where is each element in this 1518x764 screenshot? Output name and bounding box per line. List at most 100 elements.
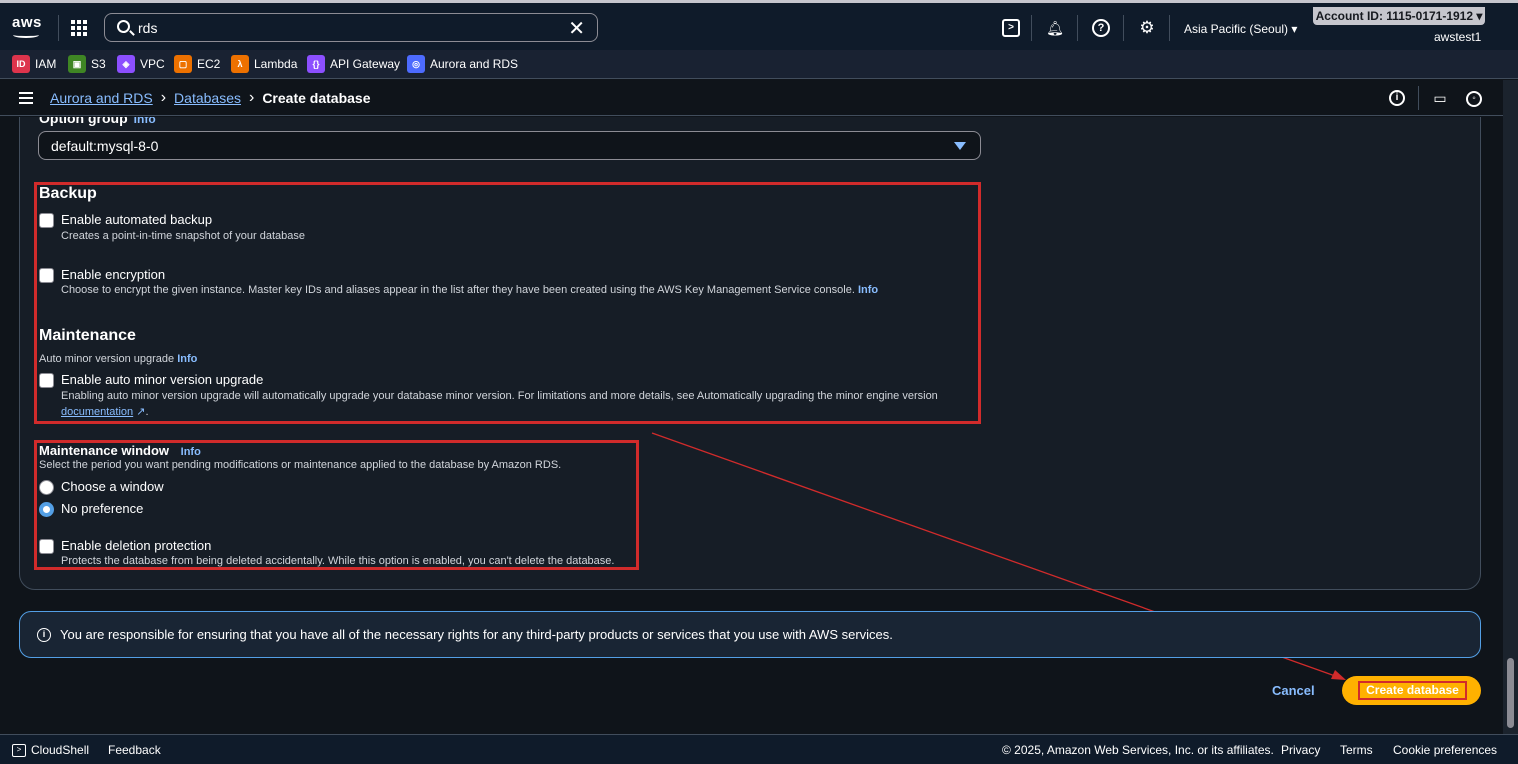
favorite-ec2[interactable]: ▢ EC2 (174, 55, 220, 73)
notifications-bell-icon[interactable]: 🔔︎ (1046, 19, 1064, 37)
option-group-select[interactable]: default:mysql-8-0 (38, 131, 981, 160)
page-scrollbar[interactable] (1503, 80, 1518, 734)
account-id-menu[interactable]: Account ID: 1115-0171-1912 ▾ (1313, 7, 1485, 25)
create-database-button[interactable]: Create database (1342, 676, 1481, 705)
divider (58, 15, 59, 41)
chevron-right-icon: › (248, 89, 255, 106)
maintenance-heading: Maintenance (39, 327, 136, 344)
favorite-s3[interactable]: ▣ S3 (68, 55, 106, 73)
choose-window-radio[interactable] (39, 480, 54, 495)
automated-backup-label[interactable]: Enable automated backup (61, 212, 212, 227)
encryption-checkbox[interactable] (39, 268, 54, 283)
favorite-label: Lambda (254, 57, 298, 71)
deletion-protection-description: Protects the database from being deleted… (61, 555, 615, 567)
aws-smile-icon (13, 32, 39, 38)
top-navigation-bar: aws rds ✕ > 🔔︎ ? ⚙ Asia Pacific (Seoul) … (0, 0, 1518, 50)
footer-copyright: © 2025, Amazon Web Services, Inc. or its… (1002, 743, 1274, 757)
user-menu[interactable]: awstest1 (1434, 30, 1481, 44)
clear-search-icon[interactable]: ✕ (568, 16, 585, 41)
footer-feedback-link[interactable]: Feedback (108, 743, 161, 757)
encryption-label[interactable]: Enable encryption (61, 267, 165, 282)
auto-minor-caption: Auto minor version upgrade Info (39, 353, 198, 365)
breadcrumb-databases[interactable]: Databases (174, 90, 241, 106)
services-grid-icon[interactable] (71, 20, 87, 36)
favorite-vpc[interactable]: ◈ VPC (117, 55, 165, 73)
lambda-icon: λ (231, 55, 249, 73)
divider (1031, 15, 1032, 41)
auto-minor-upgrade-checkbox[interactable] (39, 373, 54, 388)
documentation-link-row: documentation ↗. (61, 406, 149, 418)
api-gateway-icon: {} (307, 55, 325, 73)
favorite-label: API Gateway (330, 57, 401, 71)
screen-feedback-icon[interactable]: ▭ (1431, 89, 1449, 107)
no-preference-label[interactable]: No preference (61, 501, 143, 516)
favorite-label: IAM (35, 57, 57, 71)
breadcrumb: Aurora and RDS › Databases › Create data… (50, 89, 370, 107)
breadcrumb-bar: Aurora and RDS › Databases › Create data… (0, 80, 1503, 116)
search-icon (117, 20, 130, 33)
option-group-value: default:mysql-8-0 (51, 138, 159, 154)
info-circle-icon: i (37, 628, 51, 642)
automated-backup-checkbox[interactable] (39, 213, 54, 228)
aws-logo[interactable]: aws (12, 14, 44, 40)
breadcrumb-current: Create database (262, 90, 371, 106)
footer-cookie-preferences-link[interactable]: Cookie preferences (1393, 743, 1497, 757)
footer-terms-link[interactable]: Terms (1340, 743, 1373, 757)
favorite-label: S3 (91, 57, 106, 71)
deletion-protection-checkbox[interactable] (39, 539, 54, 554)
option-group-label: Option group Info (39, 117, 156, 126)
s3-icon: ▣ (68, 55, 86, 73)
ec2-icon: ▢ (174, 55, 192, 73)
notice-text: You are responsible for ensuring that yo… (60, 627, 893, 642)
auto-minor-upgrade-description: Enabling auto minor version upgrade will… (61, 390, 938, 402)
aws-logo-text: aws (12, 14, 42, 31)
cloudshell-icon[interactable]: > (12, 744, 26, 757)
search-input[interactable]: rds ✕ (104, 13, 598, 42)
iam-icon: ID (12, 55, 30, 73)
automated-backup-description: Creates a point-in-time snapshot of your… (61, 230, 305, 242)
maintenance-window-description: Select the period you want pending modif… (39, 459, 562, 471)
documentation-link[interactable]: documentation (61, 406, 133, 418)
info-icon[interactable]: i (1389, 90, 1405, 106)
cancel-button[interactable]: Cancel (1272, 683, 1315, 698)
backup-heading: Backup (39, 185, 97, 202)
external-link-icon: ↗ (136, 406, 146, 418)
tools-panel-icon[interactable]: ◦ (1466, 91, 1482, 107)
settings-gear-icon[interactable]: ⚙ (1138, 19, 1156, 37)
search-value[interactable]: rds (138, 20, 157, 36)
main-content: Option group Info default:mysql-8-0 Backu… (0, 117, 1503, 734)
favorite-rds[interactable]: ◎ Aurora and RDS (407, 55, 518, 73)
help-icon[interactable]: ? (1092, 19, 1110, 37)
maintenance-window-info-link[interactable]: Info (181, 446, 201, 458)
divider (1169, 15, 1170, 41)
scrollbar-thumb[interactable] (1507, 658, 1514, 728)
rds-icon: ◎ (407, 55, 425, 73)
no-preference-radio[interactable] (39, 502, 54, 517)
create-database-label: Create database (1358, 681, 1467, 700)
divider (1418, 86, 1419, 110)
footer-cloudshell-link[interactable]: CloudShell (31, 743, 89, 757)
favorite-label: Aurora and RDS (430, 57, 519, 71)
cloudshell-icon[interactable]: > (1002, 19, 1020, 37)
encryption-info-link[interactable]: Info (858, 284, 878, 296)
maintenance-window-heading: Maintenance window Info (39, 443, 201, 458)
option-group-info-link[interactable]: Info (134, 117, 156, 126)
choose-window-label[interactable]: Choose a window (61, 479, 164, 494)
vpc-icon: ◈ (117, 55, 135, 73)
deletion-protection-label[interactable]: Enable deletion protection (61, 538, 211, 553)
info-notice: i You are responsible for ensuring that … (19, 611, 1481, 658)
favorite-label: VPC (140, 57, 165, 71)
divider (1077, 15, 1078, 41)
favorites-bar: ID IAM ▣ S3 ◈ VPC ▢ EC2 λ Lambda {} API … (0, 50, 1518, 79)
menu-hamburger-icon[interactable] (19, 92, 33, 104)
chevron-right-icon: › (160, 89, 167, 106)
favorite-lambda[interactable]: λ Lambda (231, 55, 297, 73)
footer-privacy-link[interactable]: Privacy (1281, 743, 1320, 757)
region-selector[interactable]: Asia Pacific (Seoul) ▾ (1184, 22, 1297, 36)
auto-minor-upgrade-label[interactable]: Enable auto minor version upgrade (61, 372, 263, 387)
favorite-api-gateway[interactable]: {} API Gateway (307, 55, 400, 73)
favorite-iam[interactable]: ID IAM (12, 55, 56, 73)
breadcrumb-aurora-rds[interactable]: Aurora and RDS (50, 90, 153, 106)
caret-down-icon (954, 142, 966, 150)
auto-minor-info-link[interactable]: Info (177, 353, 197, 365)
